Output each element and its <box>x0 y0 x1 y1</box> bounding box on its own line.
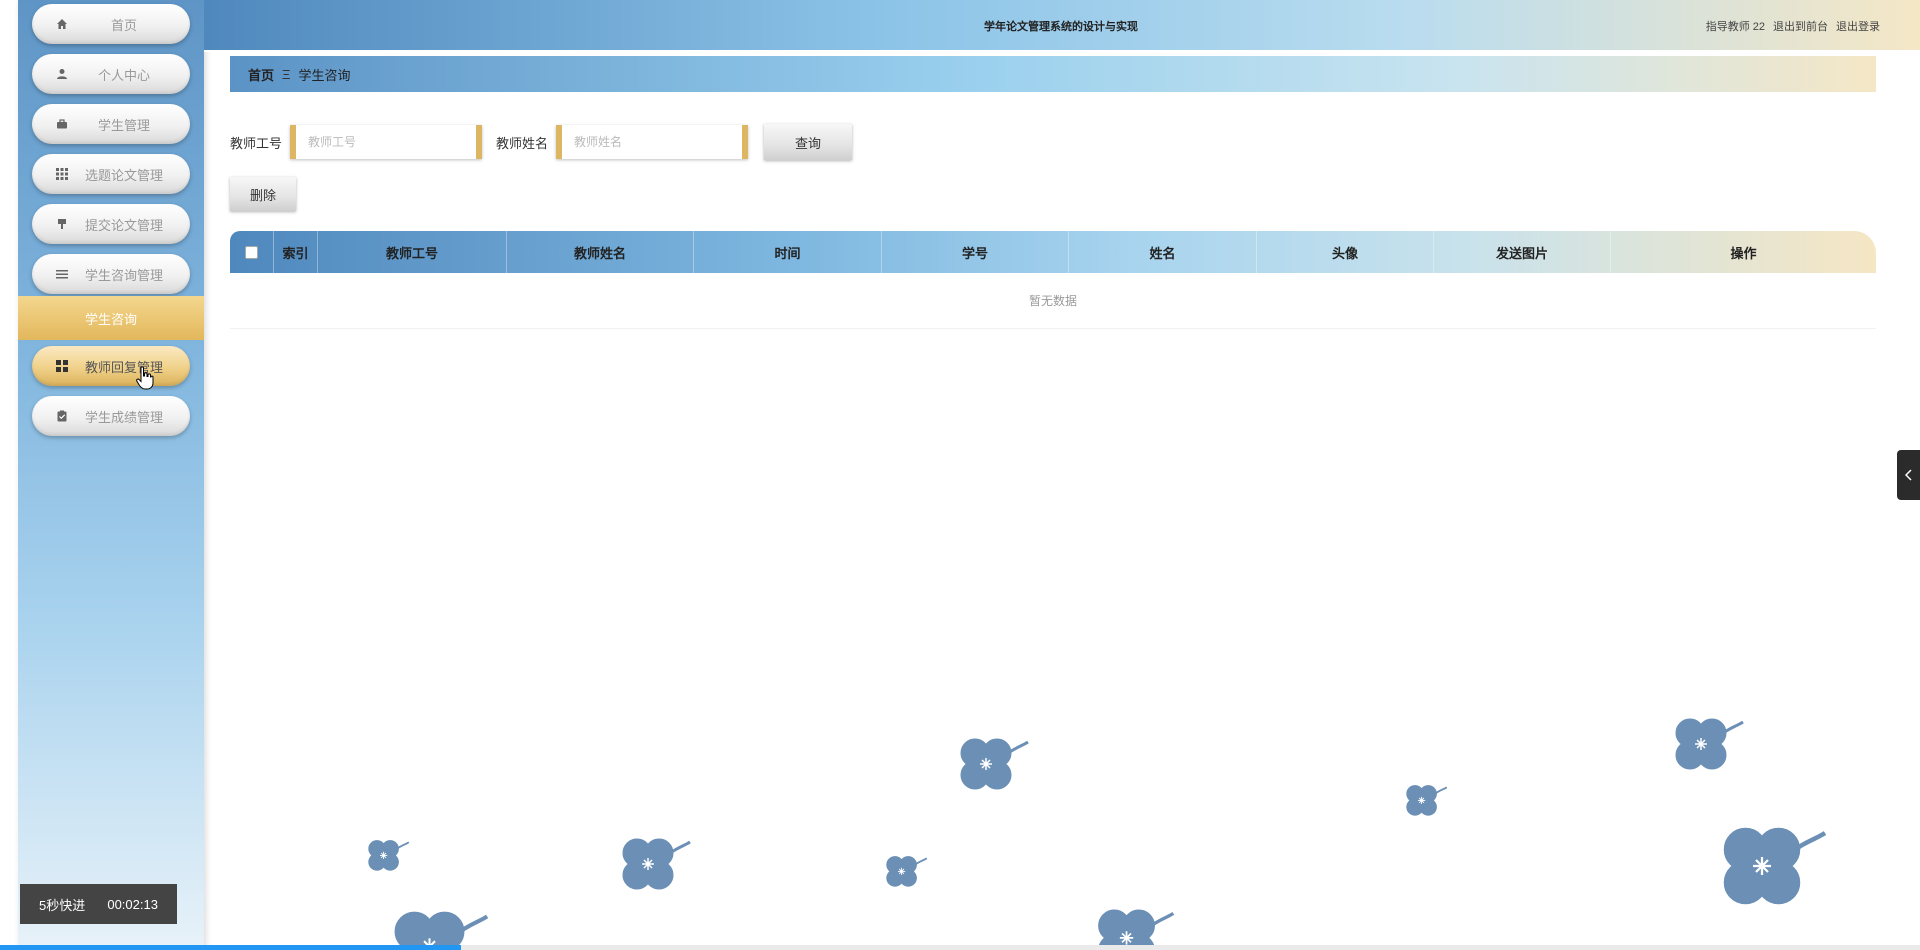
clover-decoration <box>1674 717 1745 771</box>
sidebar: 首页 个人中心 学生管理 选题论文管理 提交论文管理 学生咨询管理 学生咨询 教… <box>18 0 204 950</box>
sidebar-item-students[interactable]: 学生管理 <box>32 104 190 144</box>
clover-decoration <box>621 837 692 891</box>
sidebar-subitem-student-consult[interactable]: 学生咨询 <box>18 296 204 340</box>
sidebar-item-label: 首页 <box>110 17 137 33</box>
teacher-name-input[interactable] <box>556 125 749 159</box>
sidebar-item-label: 提交论文管理 <box>84 217 163 233</box>
teacher-id-label: 教师工号 <box>230 135 283 151</box>
grid-icon <box>54 166 70 182</box>
sidebar-item-label: 选题论文管理 <box>84 167 163 183</box>
skip-forward-label[interactable]: 5秒快进 <box>39 895 85 914</box>
teacher-name-label: 教师姓名 <box>496 135 549 151</box>
list-icon <box>54 266 70 282</box>
table-header: 索引 教师工号 教师姓名 时间 学号 姓名 头像 发送图片 操作 <box>230 231 1876 273</box>
collapse-panel-tab[interactable] <box>1897 450 1920 500</box>
column-header: 姓名 <box>1069 231 1257 273</box>
pin-icon <box>54 216 70 232</box>
header-checkbox-cell <box>230 231 274 273</box>
column-header: 学号 <box>882 231 1069 273</box>
clipboard-icon <box>54 408 70 424</box>
home-icon <box>54 16 70 32</box>
column-header: 操作 <box>1730 245 1757 261</box>
briefcase-icon <box>54 116 70 132</box>
clover-decoration <box>367 839 410 872</box>
breadcrumb-current: 学生咨询 <box>298 67 351 83</box>
breadcrumb-separator: Ξ <box>282 66 291 82</box>
column-header: 时间 <box>694 231 882 273</box>
column-header: 索引 <box>274 231 318 273</box>
sidebar-item-label: 教师回复管理 <box>84 359 163 375</box>
column-header: 教师姓名 <box>507 231 694 273</box>
column-header: 发送图片 <box>1434 231 1611 273</box>
clover-decoration <box>1708 815 1828 920</box>
user-icon <box>54 66 70 82</box>
clover-decoration <box>380 900 490 950</box>
hand-cursor-icon <box>136 366 154 390</box>
column-header: 头像 <box>1257 231 1434 273</box>
search-form: 教师工号 教师姓名 查询 <box>230 124 853 160</box>
sidebar-item-grades[interactable]: 学生成绩管理 <box>32 396 190 436</box>
breadcrumb: 首页 Ξ 学生咨询 <box>230 56 1876 92</box>
top-header: 学年论文管理系统的设计与实现 指导教师 22 退出到前台 退出登录 <box>204 0 1920 52</box>
sidebar-item-teacher-reply[interactable]: 教师回复管理 <box>32 346 190 386</box>
current-user-label: 指导教师 22 <box>1705 21 1765 33</box>
sidebar-item-home[interactable]: 首页 <box>32 4 190 44</box>
video-progress-fill <box>0 945 461 950</box>
sidebar-item-submit-papers[interactable]: 提交论文管理 <box>32 204 190 244</box>
exit-to-front-link[interactable]: 退出到前台 <box>1773 18 1828 34</box>
empty-state: 暂无数据 <box>230 273 1876 329</box>
breadcrumb-home[interactable]: 首页 <box>248 65 274 84</box>
video-timestamp: 00:02:13 <box>107 896 158 912</box>
system-title: 学年论文管理系统的设计与实现 <box>984 21 1138 33</box>
sidebar-item-profile[interactable]: 个人中心 <box>32 54 190 94</box>
sidebar-item-label: 学生成绩管理 <box>84 409 163 425</box>
header-user-links: 指导教师 22 退出到前台 退出登录 <box>1706 18 1880 34</box>
logout-link[interactable]: 退出登录 <box>1836 18 1880 34</box>
clover-decoration <box>1405 784 1448 817</box>
delete-button[interactable]: 删除 <box>230 177 296 211</box>
select-all-checkbox[interactable] <box>245 245 258 259</box>
clover-decoration <box>885 855 928 888</box>
sidebar-item-topic-papers[interactable]: 选题论文管理 <box>32 154 190 194</box>
sidebar-item-label: 个人中心 <box>97 67 150 83</box>
apps-icon <box>54 358 70 374</box>
sidebar-item-student-consult[interactable]: 学生咨询管理 <box>32 254 190 294</box>
query-button[interactable]: 查询 <box>764 124 853 160</box>
clover-decoration <box>1097 908 1176 950</box>
sidebar-item-label: 学生管理 <box>97 117 150 133</box>
video-overlay: 5秒快进 00:02:13 <box>20 884 177 924</box>
chevron-left-icon <box>1904 469 1912 481</box>
teacher-id-input[interactable] <box>290 125 483 159</box>
sidebar-item-label: 学生咨询管理 <box>84 267 163 283</box>
clover-decoration <box>959 737 1030 791</box>
column-header: 教师工号 <box>318 231 507 273</box>
